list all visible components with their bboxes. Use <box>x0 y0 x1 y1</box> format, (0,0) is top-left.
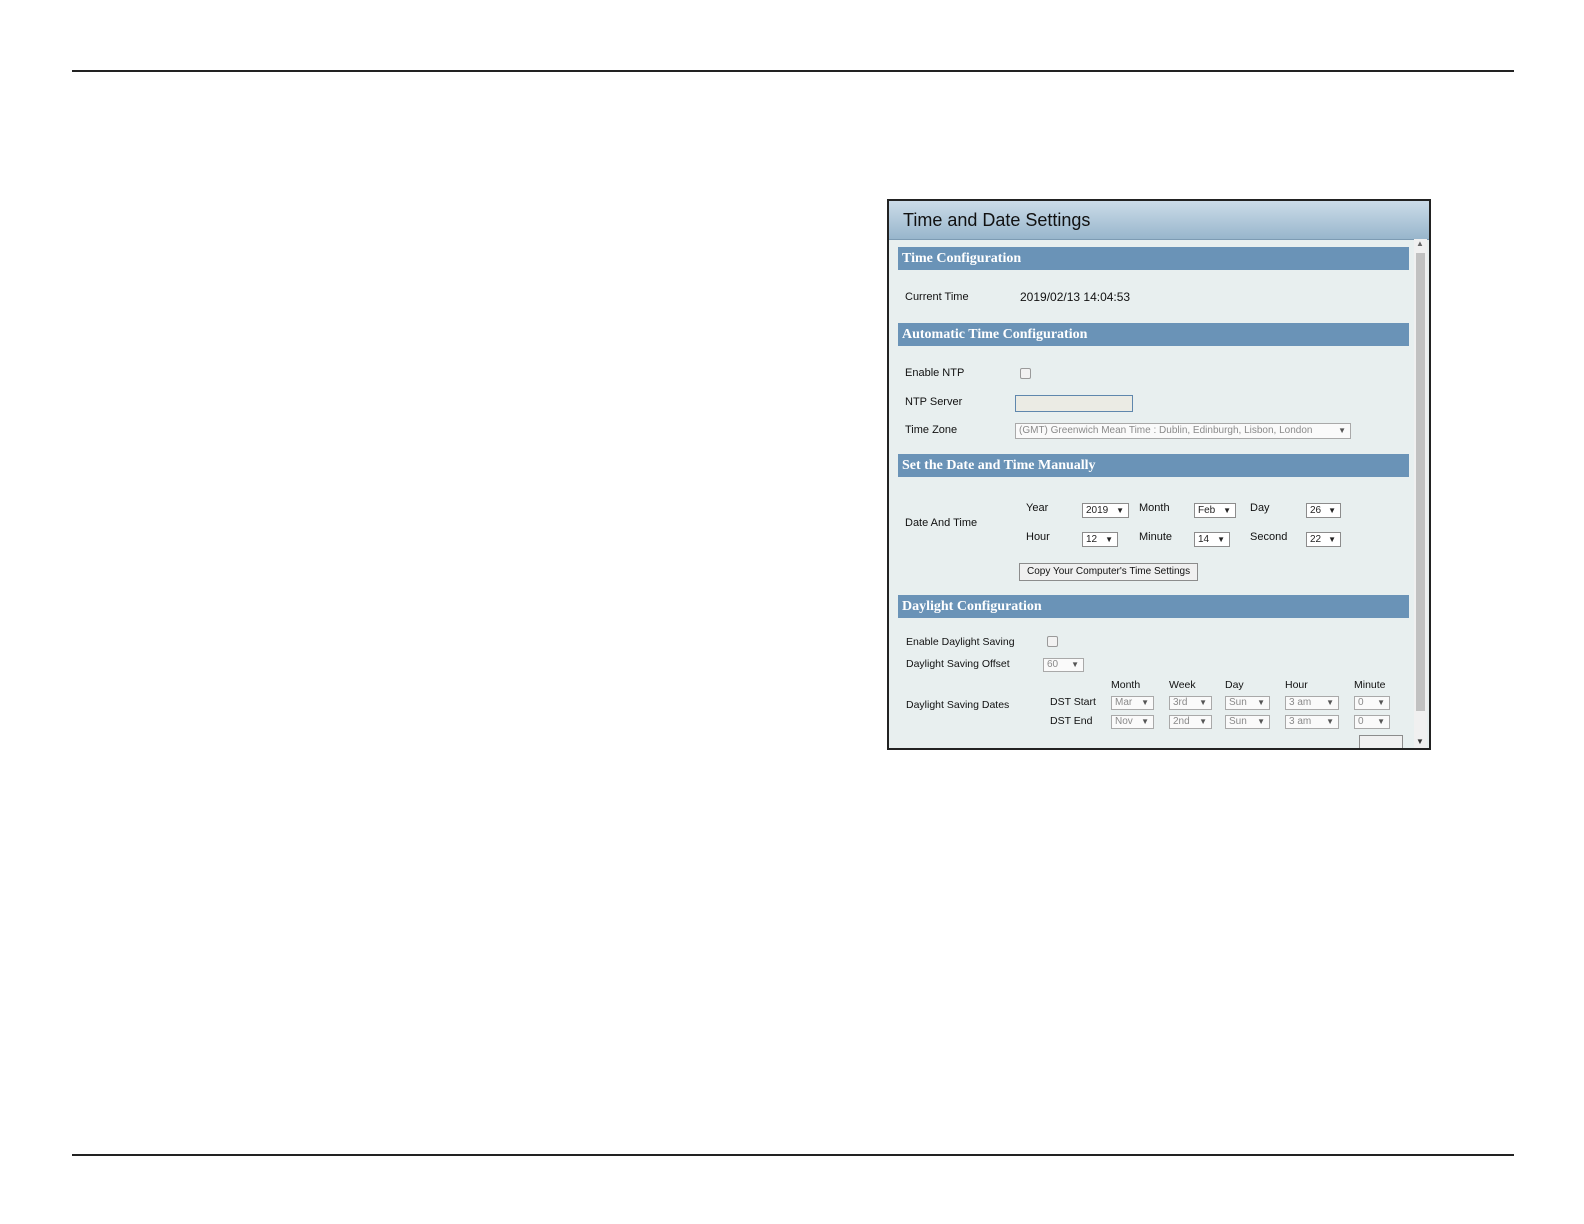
dst-end-hour-value: 3 am <box>1289 716 1312 727</box>
dst-column-day: Day <box>1225 679 1244 691</box>
ntp-server-label: NTP Server <box>905 396 963 408</box>
day-value: 26 <box>1310 505 1322 516</box>
chevron-down-icon: ▼ <box>1199 698 1207 707</box>
dst-end-minute-select[interactable]: 0 ▼ <box>1354 715 1390 729</box>
second-select[interactable]: 22 ▼ <box>1306 532 1341 547</box>
time-date-settings-window: Time and Date Settings Time Configuratio… <box>887 199 1431 750</box>
chevron-down-icon: ▼ <box>1217 535 1225 544</box>
chevron-down-icon: ▼ <box>1338 426 1346 435</box>
dst-start-minute-value: 0 <box>1358 697 1364 708</box>
chevron-down-icon: ▼ <box>1199 717 1207 726</box>
scroll-up-icon[interactable]: ▲ <box>1416 239 1424 248</box>
year-select[interactable]: 2019 ▼ <box>1082 503 1129 518</box>
chevron-down-icon: ▼ <box>1141 698 1149 707</box>
day-label: Day <box>1250 502 1270 514</box>
dst-column-month: Month <box>1111 679 1141 691</box>
partially-visible-button[interactable] <box>1359 735 1403 748</box>
dst-column-week: Week <box>1169 679 1196 691</box>
enable-daylight-saving-checkbox[interactable] <box>1047 636 1058 647</box>
offset-value: 60 <box>1047 659 1059 670</box>
year-label: Year <box>1026 502 1049 514</box>
chevron-down-icon: ▼ <box>1116 506 1124 515</box>
dst-start-month-select[interactable]: Mar ▼ <box>1111 696 1154 710</box>
manual-date-time-header: Set the Date and Time Manually <box>898 454 1409 477</box>
day-select[interactable]: 26 ▼ <box>1306 503 1341 518</box>
window-title: Time and Date Settings <box>903 210 1091 230</box>
minute-value: 14 <box>1198 534 1210 545</box>
dst-start-day-select[interactable]: Sun ▼ <box>1225 696 1270 710</box>
dst-end-month-value: Nov <box>1115 716 1133 727</box>
copy-computer-time-button[interactable]: Copy Your Computer's Time Settings <box>1019 563 1199 581</box>
dst-end-hour-select[interactable]: 3 am ▼ <box>1285 715 1339 729</box>
hour-value: 12 <box>1086 534 1098 545</box>
hour-select[interactable]: 12 ▼ <box>1082 532 1118 547</box>
vertical-scrollbar[interactable]: ▲ ▼ <box>1414 239 1427 748</box>
chevron-down-icon: ▼ <box>1377 717 1385 726</box>
time-zone-select[interactable]: (GMT) Greenwich Mean Time : Dublin, Edin… <box>1015 423 1351 439</box>
dst-end-month-select[interactable]: Nov ▼ <box>1111 715 1154 729</box>
bottom-rule <box>72 1154 1514 1156</box>
daylight-saving-offset-label: Daylight Saving Offset <box>906 658 1010 670</box>
current-time-value: 2019/02/13 14:04:53 <box>1020 290 1131 304</box>
dst-start-minute-select[interactable]: 0 ▼ <box>1354 696 1390 710</box>
minute-label: Minute <box>1139 531 1173 543</box>
scroll-down-icon[interactable]: ▼ <box>1416 737 1424 746</box>
daylight-offset-select[interactable]: 60 ▼ <box>1043 658 1084 672</box>
chevron-down-icon: ▼ <box>1257 717 1265 726</box>
chevron-down-icon: ▼ <box>1326 717 1334 726</box>
second-value: 22 <box>1310 534 1322 545</box>
date-and-time-label: Date And Time <box>905 517 978 529</box>
hour-label: Hour <box>1026 531 1050 543</box>
dst-column-minute: Minute <box>1354 679 1386 691</box>
second-label: Second <box>1250 531 1288 543</box>
automatic-time-configuration-header: Automatic Time Configuration <box>898 323 1409 346</box>
chevron-down-icon: ▼ <box>1328 506 1336 515</box>
dst-end-week-value: 2nd <box>1173 716 1190 727</box>
window-titlebar: Time and Date Settings <box>889 201 1429 240</box>
time-zone-value: (GMT) Greenwich Mean Time : Dublin, Edin… <box>1019 425 1313 436</box>
year-value: 2019 <box>1086 505 1109 516</box>
time-configuration-header: Time Configuration <box>898 247 1409 270</box>
dst-start-month-value: Mar <box>1115 697 1133 708</box>
month-value: Feb <box>1198 505 1216 516</box>
month-select[interactable]: Feb ▼ <box>1194 503 1236 518</box>
top-rule <box>72 70 1514 72</box>
scrollbar-thumb[interactable] <box>1416 253 1425 711</box>
dst-start-day-value: Sun <box>1229 697 1247 708</box>
settings-content: Time Configuration Current Time 2019/02/… <box>889 239 1429 748</box>
enable-ntp-label: Enable NTP <box>905 367 965 379</box>
time-zone-label: Time Zone <box>905 424 958 436</box>
chevron-down-icon: ▼ <box>1105 535 1113 544</box>
enable-daylight-saving-label: Enable Daylight Saving <box>906 636 1015 648</box>
month-label: Month <box>1139 502 1170 514</box>
dst-end-label: DST End <box>1050 715 1093 727</box>
dst-column-hour: Hour <box>1285 679 1308 691</box>
current-time-label: Current Time <box>905 291 969 303</box>
dst-start-week-value: 3rd <box>1173 697 1188 708</box>
daylight-configuration-header: Daylight Configuration <box>898 595 1409 618</box>
dst-start-label: DST Start <box>1050 696 1096 708</box>
chevron-down-icon: ▼ <box>1223 506 1231 515</box>
chevron-down-icon: ▼ <box>1328 535 1336 544</box>
chevron-down-icon: ▼ <box>1071 660 1079 669</box>
chevron-down-icon: ▼ <box>1377 698 1385 707</box>
dst-start-hour-select[interactable]: 3 am ▼ <box>1285 696 1339 710</box>
dst-start-week-select[interactable]: 3rd ▼ <box>1169 696 1212 710</box>
chevron-down-icon: ▼ <box>1257 698 1265 707</box>
chevron-down-icon: ▼ <box>1141 717 1149 726</box>
chevron-down-icon: ▼ <box>1326 698 1334 707</box>
dst-end-day-select[interactable]: Sun ▼ <box>1225 715 1270 729</box>
dst-end-week-select[interactable]: 2nd ▼ <box>1169 715 1212 729</box>
ntp-server-input[interactable] <box>1015 395 1133 412</box>
enable-ntp-checkbox[interactable] <box>1020 368 1031 379</box>
daylight-saving-dates-label: Daylight Saving Dates <box>906 699 1010 711</box>
minute-select[interactable]: 14 ▼ <box>1194 532 1230 547</box>
dst-end-day-value: Sun <box>1229 716 1247 727</box>
dst-end-minute-value: 0 <box>1358 716 1364 727</box>
dst-start-hour-value: 3 am <box>1289 697 1312 708</box>
